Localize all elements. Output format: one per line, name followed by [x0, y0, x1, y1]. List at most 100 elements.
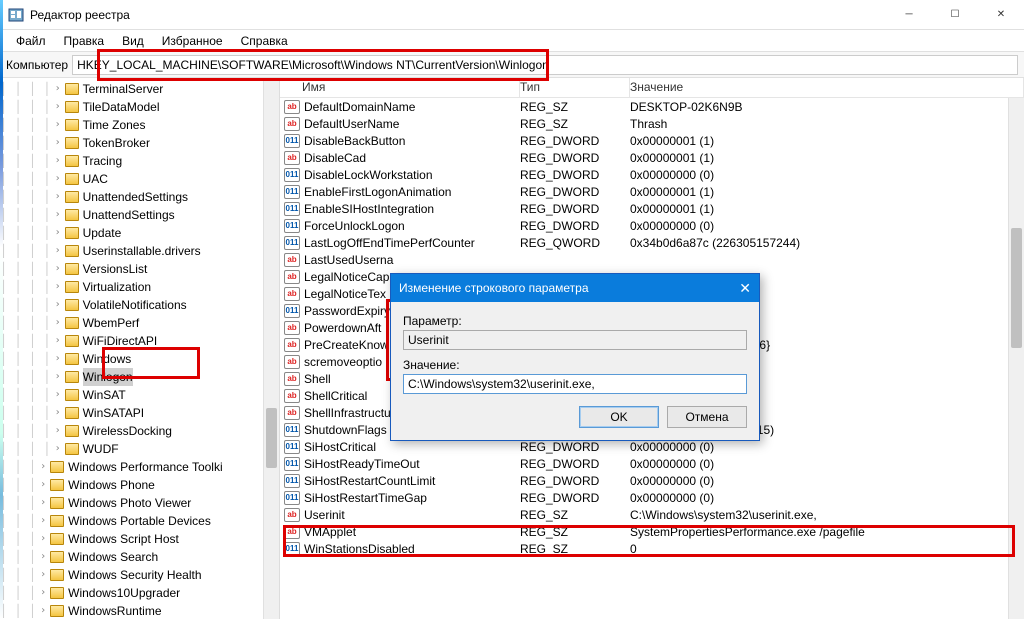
expander-icon[interactable]: › [36, 530, 50, 548]
value-row[interactable]: 011LastLogOffEndTimePerfCounterREG_QWORD… [280, 234, 1024, 251]
tree-item[interactable]: │ │ │ │ ›UnattendedSettings [0, 188, 279, 206]
tree-item[interactable]: │ │ │ │ ›TokenBroker [0, 134, 279, 152]
tree-item[interactable]: │ │ │ ›WindowsRuntime [0, 602, 279, 619]
expander-icon[interactable]: › [51, 440, 65, 458]
menu-edit[interactable]: Правка [56, 32, 113, 50]
value-row[interactable]: 011SiHostRestartTimeGapREG_DWORD0x000000… [280, 489, 1024, 506]
close-button[interactable]: ✕ [978, 0, 1024, 30]
tree-item[interactable]: │ │ │ │ ›UnattendSettings [0, 206, 279, 224]
value-row[interactable]: 011ForceUnlockLogonREG_DWORD0x00000000 (… [280, 217, 1024, 234]
value-row[interactable]: 011EnableSIHostIntegrationREG_DWORD0x000… [280, 200, 1024, 217]
tree-label: WiFiDirectAPI [83, 332, 158, 350]
value-row[interactable]: 011WinStationsDisabledREG_SZ0 [280, 540, 1024, 557]
cancel-button[interactable]: Отмена [667, 406, 747, 428]
tree-item[interactable]: │ │ │ ›Windows Portable Devices [0, 512, 279, 530]
dialog-titlebar[interactable]: Изменение строкового параметра ✕ [391, 274, 759, 302]
tree-item[interactable]: │ │ │ │ ›WbemPerf [0, 314, 279, 332]
tree-item[interactable]: │ │ │ ›Windows Security Health [0, 566, 279, 584]
col-type[interactable]: Тип [520, 78, 630, 97]
tree-item[interactable]: │ │ │ │ ›Time Zones [0, 116, 279, 134]
expander-icon[interactable]: › [51, 422, 65, 440]
expander-icon[interactable]: › [51, 116, 65, 134]
value-row[interactable]: abVMAppletREG_SZSystemPropertiesPerforma… [280, 523, 1024, 540]
tree-item[interactable]: │ │ │ ›Windows Performance Toolki [0, 458, 279, 476]
expander-icon[interactable]: › [36, 458, 50, 476]
tree-item[interactable]: │ │ │ │ ›WUDF [0, 440, 279, 458]
expander-icon[interactable]: › [51, 188, 65, 206]
expander-icon[interactable]: › [36, 494, 50, 512]
menu-favorites[interactable]: Избранное [154, 32, 231, 50]
value-row[interactable]: abLastUsedUserna [280, 251, 1024, 268]
value-row[interactable]: abDisableCadREG_DWORD0x00000001 (1) [280, 149, 1024, 166]
expander-icon[interactable]: › [51, 404, 65, 422]
dialog-close-button[interactable]: ✕ [739, 280, 751, 297]
values-header[interactable]: Имя Тип Значение [280, 78, 1024, 98]
tree-item[interactable]: │ │ │ │ ›Winlogon [0, 368, 279, 386]
expander-icon[interactable]: › [51, 314, 65, 332]
tree-item[interactable]: │ │ │ │ ›Userinstallable.drivers [0, 242, 279, 260]
tree-item[interactable]: │ │ │ │ ›VersionsList [0, 260, 279, 278]
tree-item[interactable]: │ │ │ │ ›Update [0, 224, 279, 242]
registry-tree[interactable]: │ │ │ │ ›TerminalServer│ │ │ │ ›TileData… [0, 80, 279, 619]
expander-icon[interactable]: › [51, 170, 65, 188]
tree-item[interactable]: │ │ │ │ ›Tracing [0, 152, 279, 170]
maximize-button[interactable]: ☐ [932, 0, 978, 30]
expander-icon[interactable]: › [51, 386, 65, 404]
value-row[interactable]: abDefaultUserNameREG_SZThrash [280, 115, 1024, 132]
expander-icon[interactable]: › [51, 224, 65, 242]
value-row[interactable]: 011SiHostRestartCountLimitREG_DWORD0x000… [280, 472, 1024, 489]
tree-item[interactable]: │ │ │ │ ›VolatileNotifications [0, 296, 279, 314]
ok-button[interactable]: OK [579, 406, 659, 428]
expander-icon[interactable]: › [51, 152, 65, 170]
expander-icon[interactable]: › [36, 476, 50, 494]
addressbar-input[interactable] [72, 55, 1018, 75]
expander-icon[interactable]: › [51, 278, 65, 296]
tree-item[interactable]: │ │ │ │ ›WinSATAPI [0, 404, 279, 422]
tree-item[interactable]: │ │ │ ›Windows Photo Viewer [0, 494, 279, 512]
value-row[interactable]: 011DisableBackButtonREG_DWORD0x00000001 … [280, 132, 1024, 149]
expander-icon[interactable]: › [51, 350, 65, 368]
dialog-value-input[interactable] [403, 374, 747, 394]
expander-icon[interactable]: › [51, 368, 65, 386]
expander-icon[interactable]: › [51, 134, 65, 152]
value-row[interactable]: abDefaultDomainNameREG_SZDESKTOP-02K6N9B [280, 98, 1024, 115]
expander-icon[interactable]: › [36, 548, 50, 566]
menu-help[interactable]: Справка [233, 32, 296, 50]
value-row[interactable]: 011EnableFirstLogonAnimationREG_DWORD0x0… [280, 183, 1024, 200]
expander-icon[interactable]: › [51, 206, 65, 224]
tree-item[interactable]: │ │ │ │ ›Windows [0, 350, 279, 368]
tree-item[interactable]: │ │ │ ›Windows Search [0, 548, 279, 566]
menu-file[interactable]: Файл [8, 32, 54, 50]
expander-icon[interactable]: › [51, 260, 65, 278]
expander-icon[interactable]: › [36, 584, 50, 602]
tree-item[interactable]: │ │ │ │ ›WinSAT [0, 386, 279, 404]
value-name: ShellInfrastructure [304, 406, 401, 420]
menu-view[interactable]: Вид [114, 32, 152, 50]
expander-icon[interactable]: › [51, 332, 65, 350]
expander-icon[interactable]: › [51, 80, 65, 98]
expander-icon[interactable]: › [36, 512, 50, 530]
col-value[interactable]: Значение [630, 78, 1024, 97]
expander-icon[interactable]: › [51, 242, 65, 260]
tree-item[interactable]: │ │ │ │ ›TerminalServer [0, 80, 279, 98]
tree-item[interactable]: │ │ │ │ ›Virtualization [0, 278, 279, 296]
value-row[interactable]: 011SiHostReadyTimeOutREG_DWORD0x00000000… [280, 455, 1024, 472]
expander-icon[interactable]: › [51, 296, 65, 314]
tree-item[interactable]: │ │ │ ›Windows10Upgrader [0, 584, 279, 602]
tree-scrollbar[interactable] [263, 78, 279, 619]
tree-item[interactable]: │ │ │ │ ›WiFiDirectAPI [0, 332, 279, 350]
expander-icon[interactable]: › [36, 566, 50, 584]
tree-item[interactable]: │ │ │ ›Windows Script Host [0, 530, 279, 548]
tree-item[interactable]: │ │ │ ›Windows Phone [0, 476, 279, 494]
tree-item[interactable]: │ │ │ │ ›WirelessDocking [0, 422, 279, 440]
expander-icon[interactable]: › [51, 98, 65, 116]
reg-string-icon: ab [284, 287, 300, 301]
minimize-button[interactable]: ─ [886, 0, 932, 30]
tree-item[interactable]: │ │ │ │ ›TileDataModel [0, 98, 279, 116]
tree-item[interactable]: │ │ │ │ ›UAC [0, 170, 279, 188]
value-row[interactable]: 011DisableLockWorkstationREG_DWORD0x0000… [280, 166, 1024, 183]
expander-icon[interactable]: › [36, 602, 50, 619]
col-name[interactable]: Имя [280, 78, 520, 97]
list-scrollbar[interactable] [1008, 98, 1024, 619]
value-row[interactable]: abUserinitREG_SZC:\Windows\system32\user… [280, 506, 1024, 523]
